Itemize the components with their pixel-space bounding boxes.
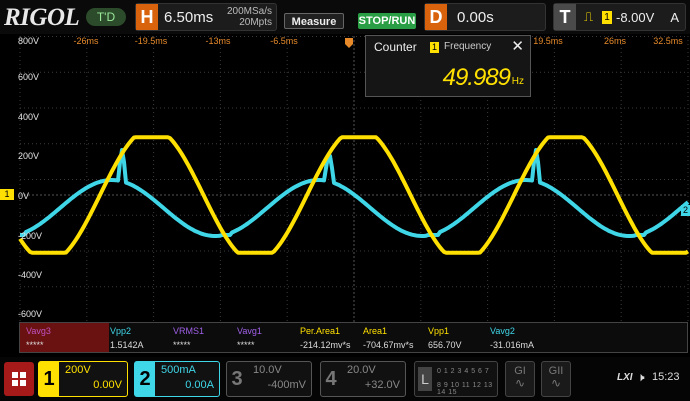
sine-wave-icon: ∿ [550, 376, 562, 390]
measurement-item[interactable]: Vavg2 -31.016mA [484, 323, 556, 352]
channel-4-box[interactable]: 4 20.0V +32.0V [320, 361, 406, 397]
logic-channels-row-2: 8 9 10 11 12 13 14 15 [437, 382, 493, 396]
measurement-item[interactable]: Area1 -704.67mv*s [357, 323, 429, 352]
volt-label: 200V [18, 151, 40, 161]
measurement-value: ***** [237, 340, 255, 350]
volt-label: -600V [18, 309, 43, 319]
measurement-name: Vavg2 [490, 326, 515, 336]
time-tick: 26ms [603, 36, 627, 46]
channel-1-offset-marker[interactable]: 1 [0, 189, 14, 200]
lxi-icon: LXI [617, 372, 633, 383]
close-icon[interactable]: ✕ [511, 37, 524, 55]
channel-offset: -400mV [267, 379, 306, 391]
channel-offset: 0.00A [185, 379, 214, 391]
counter-unit: Hz [511, 76, 524, 87]
main-menu-button[interactable] [4, 362, 34, 396]
measurement-name: Vpp2 [110, 326, 132, 336]
channel-2-offset-marker[interactable]: 2 [681, 205, 690, 216]
measurement-value: -31.016mA [490, 340, 535, 350]
channel-number: 1 [39, 362, 59, 396]
measurement-value: ***** [173, 340, 191, 350]
sine-wave-icon: ∿ [514, 376, 526, 390]
logic-label: L [418, 367, 432, 391]
channel-offset: +32.0V [364, 379, 400, 391]
measurement-name: VRMS1 [173, 326, 205, 336]
measurement-name: Area1 [363, 326, 388, 336]
volt-label: 400V [18, 112, 40, 122]
counter-value: 49.989 [442, 64, 511, 91]
measurement-value: ***** [26, 340, 44, 350]
bottom-bar: 1 200V 0.00V 2 500mA 0.00A 3 10.0V -400m… [0, 357, 690, 401]
time-tick: -26ms [73, 36, 99, 46]
channel-number: 4 [325, 368, 337, 390]
channel-1-box[interactable]: 1 200V 0.00V [38, 361, 128, 397]
measurement-value: 1.5142A [110, 340, 144, 350]
channel-scale: 20.0V [347, 364, 376, 376]
channel-number: 2 [135, 362, 155, 396]
time-tick: 19.5ms [533, 36, 563, 46]
measurement-item[interactable]: Vavg1 ***** [231, 323, 293, 352]
measurement-item[interactable]: Vavg3 ***** [20, 323, 109, 352]
measurement-item[interactable]: Vpp1 656.70V [422, 323, 484, 352]
measurement-item[interactable]: Vpp2 1.5142A [104, 323, 166, 352]
channel-number: 3 [231, 368, 243, 390]
measurement-name: Per.Area1 [300, 326, 341, 336]
measurement-name: Vpp1 [428, 326, 450, 336]
graticule [19, 36, 689, 322]
measurement-item[interactable]: VRMS1 ***** [167, 323, 229, 352]
time-tick: -6.5ms [270, 36, 298, 46]
volt-label: -200V [18, 231, 43, 241]
waveform-display[interactable] [0, 0, 690, 322]
measurement-name: Vavg1 [237, 326, 262, 336]
channel-scale: 500mA [161, 364, 196, 376]
measurement-item[interactable]: Per.Area1 -214.12mv*s [294, 323, 366, 352]
channel-2-box[interactable]: 2 500mA 0.00A [134, 361, 220, 397]
generator-1-button[interactable]: GI ∿ [505, 361, 535, 397]
clock: 15:23 [652, 371, 680, 383]
volt-label: 600V [18, 72, 40, 82]
channel-2-trace [20, 148, 690, 238]
grid-menu-icon [12, 372, 26, 386]
measurement-value: 656.70V [428, 340, 462, 350]
counter-mode: Frequency [444, 41, 492, 52]
measurement-name: Vavg3 [26, 326, 51, 336]
counter-title: Counter [374, 40, 417, 54]
time-tick: -13ms [205, 36, 231, 46]
logic-channels-row-1: 0 1 2 3 4 5 6 7 [437, 368, 490, 375]
measurement-value: -704.67mv*s [363, 340, 414, 350]
measurement-value: -214.12mv*s [300, 340, 351, 350]
trigger-position-marker [345, 38, 353, 48]
logic-analyzer-box[interactable]: L 0 1 2 3 4 5 6 7 8 9 10 11 12 13 14 15 [414, 361, 498, 397]
counter-channel-badge: 1 [430, 42, 439, 53]
channel-scale: 200V [65, 364, 91, 376]
measurement-bar: Vavg3 ***** Vpp2 1.5142A VRMS1 ***** Vav… [19, 322, 688, 353]
counter-panel[interactable]: Counter 1 Frequency ✕ 49.989 Hz [365, 35, 531, 97]
volt-label: 800V [18, 36, 40, 46]
channel-scale: 10.0V [253, 364, 282, 376]
volt-label: -400V [18, 270, 43, 280]
speaker-icon[interactable]: 🕨 [637, 370, 645, 385]
channel-3-box[interactable]: 3 10.0V -400mV [226, 361, 312, 397]
time-tick: 32.5ms [653, 36, 683, 46]
generator-2-button[interactable]: GII ∿ [541, 361, 571, 397]
volt-label: 0V [18, 191, 30, 201]
time-tick: -19.5ms [134, 36, 168, 46]
channel-offset: 0.00V [93, 379, 122, 391]
